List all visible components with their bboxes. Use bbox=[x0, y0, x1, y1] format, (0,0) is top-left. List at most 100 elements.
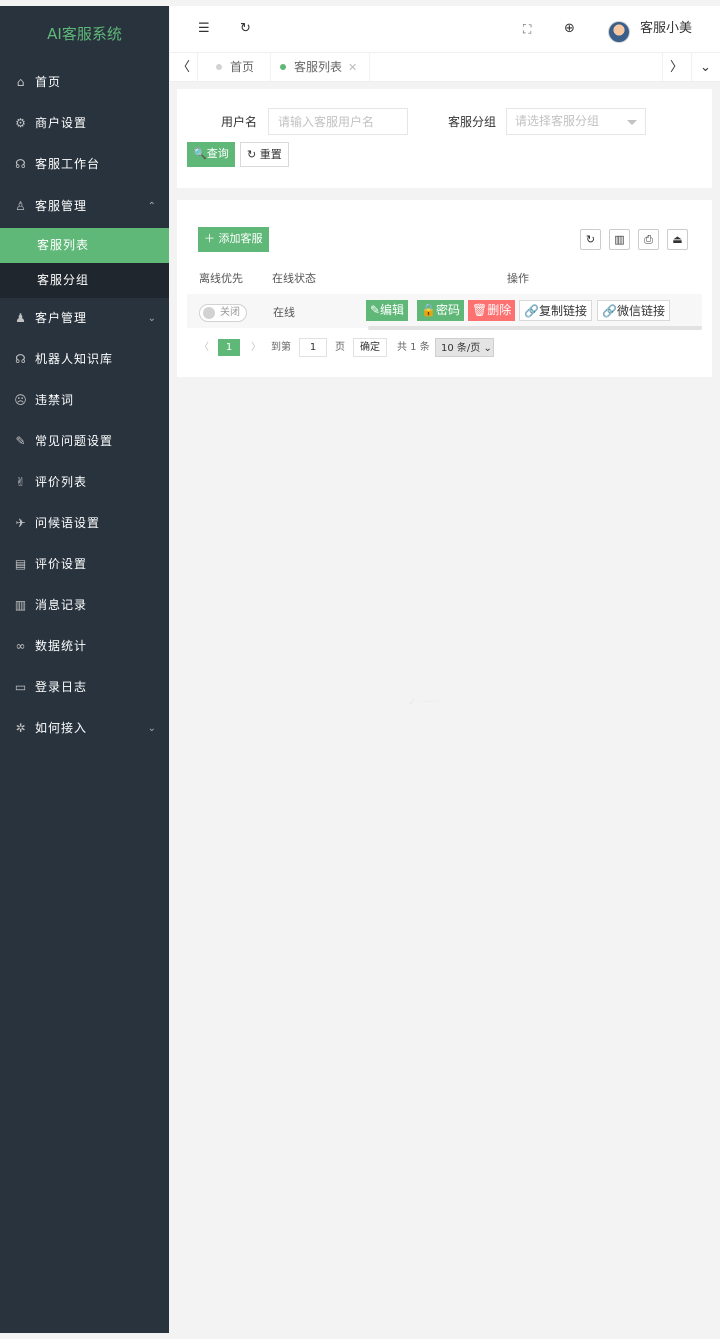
tab-prev-icon[interactable]: 〈 bbox=[170, 53, 198, 82]
tab-label: 首页 bbox=[230, 60, 255, 74]
sidebar-item-review-settings[interactable]: ▤ 评价设置 bbox=[0, 544, 169, 585]
send-icon: ✈ bbox=[15, 516, 27, 530]
group-select[interactable]: 请选择客服分组 bbox=[506, 108, 646, 135]
sidebar-item-label: 消息记录 bbox=[35, 598, 88, 612]
user-icon: ♙ bbox=[15, 199, 27, 213]
print-icon[interactable]: ⎙ bbox=[638, 229, 659, 250]
sidebar-item-faq-settings[interactable]: ✎ 常见问题设置 bbox=[0, 421, 169, 462]
reset-button[interactable]: ↻ 重置 bbox=[240, 142, 289, 167]
sidebar-item-agent-management[interactable]: ♙ 客服管理 ⌃ bbox=[0, 185, 169, 228]
page-goto-input[interactable] bbox=[299, 338, 327, 357]
add-agent-button[interactable]: ＋ 添加客服 bbox=[198, 227, 269, 252]
sidebar-item-label: 商户设置 bbox=[35, 116, 88, 130]
card-icon: ▭ bbox=[14, 680, 28, 694]
sidebar-subitem-agent-list[interactable]: 客服列表 bbox=[0, 228, 169, 263]
app-root: AI客服系统 ⌂ 首页 ⚙ 商户设置 ☊ 客服工作台 ♙ 客服管理 ⌃ 客服列表… bbox=[0, 0, 720, 1339]
sidebar-item-home[interactable]: ⌂ 首页 bbox=[0, 62, 169, 103]
tab-agent-list[interactable]: 客服列表 ✕ bbox=[268, 53, 371, 82]
username[interactable]: 客服小美 bbox=[640, 6, 692, 52]
fullscreen-icon[interactable]: ⛶ bbox=[523, 6, 531, 52]
app-title: AI客服系统 bbox=[47, 25, 122, 43]
tab-next-icon[interactable]: 〉 bbox=[662, 53, 690, 82]
robot-icon: ☊ bbox=[15, 352, 27, 366]
delete-button[interactable]: 🗑删除 bbox=[468, 300, 516, 321]
agent-table-card: ＋ 添加客服 ↻ ▥ ⎙ ⏏ 离线优先 在线状态 操作 关闭 在线 ✎编辑 🔒密… bbox=[177, 200, 712, 377]
gear-icon: ⚙ bbox=[15, 116, 27, 130]
page-next-icon[interactable]: 〉 bbox=[251, 338, 261, 358]
sidebar-item-label: 如何接入 bbox=[35, 721, 88, 735]
caret-down-icon bbox=[627, 120, 637, 125]
headset-icon: ☊ bbox=[15, 157, 27, 171]
sidebar-item-review-list[interactable]: ✌ 评价列表 bbox=[0, 462, 169, 503]
column-header-status[interactable]: 在线状态 bbox=[272, 270, 316, 288]
avatar[interactable] bbox=[608, 21, 630, 43]
sidebar-item-integration[interactable]: ✲ 如何接入 ⌄ bbox=[0, 708, 169, 749]
wechat-link-button[interactable]: 🔗微信链接 bbox=[597, 300, 670, 321]
infinity-icon: ∞ bbox=[15, 639, 27, 653]
sidebar-item-login-log[interactable]: ▭ 登录日志 bbox=[0, 667, 169, 708]
chevron-down-icon: ⌄ bbox=[147, 723, 157, 734]
tab-label: 客服列表 bbox=[294, 60, 343, 74]
sidebar-item-merchant-settings[interactable]: ⚙ 商户设置 bbox=[0, 103, 169, 144]
menu-toggle-icon[interactable]: ☰ bbox=[198, 6, 210, 52]
page-total: 共 1 条 bbox=[397, 342, 430, 353]
group-label: 客服分组 bbox=[448, 115, 497, 129]
horizontal-scrollbar[interactable] bbox=[368, 326, 702, 330]
column-header-actions: 操作 bbox=[507, 272, 529, 285]
page-size-select[interactable]: 10 条/页 ⌄ bbox=[435, 338, 494, 357]
sidebar-item-label: 违禁词 bbox=[35, 393, 75, 407]
username-label: 用户名 bbox=[221, 115, 258, 129]
users-icon: ♟ bbox=[15, 311, 27, 325]
page-prev-icon[interactable]: 〈 bbox=[199, 338, 209, 358]
edit-button[interactable]: ✎编辑 bbox=[366, 300, 409, 321]
sidebar-item-label: 机器人知识库 bbox=[35, 352, 114, 366]
page-goto-label: 到第 bbox=[271, 342, 291, 353]
chevron-up-icon: ⌃ bbox=[147, 201, 157, 212]
group-select-placeholder: 请选择客服分组 bbox=[515, 114, 600, 128]
sidebar-item-robot-knowledge[interactable]: ☊ 机器人知识库 bbox=[0, 339, 169, 380]
query-button[interactable]: 🔍查询 bbox=[187, 142, 235, 167]
watermark: ✓ ······ bbox=[408, 697, 439, 708]
sidebar-item-forbidden-words[interactable]: ☹ 违禁词 bbox=[0, 380, 169, 421]
online-status-cell: 在线 bbox=[273, 306, 295, 319]
page-confirm-button[interactable]: 确定 bbox=[353, 338, 387, 357]
copy-link-button[interactable]: 🔗复制链接 bbox=[519, 300, 592, 321]
search-form: 用户名 客服分组 请选择客服分组 🔍查询 ↻ 重置 bbox=[177, 89, 712, 188]
sidebar-item-message-records[interactable]: ▥ 消息记录 bbox=[0, 585, 169, 626]
tab-dot bbox=[280, 64, 286, 70]
sidebar-item-label: 问候语设置 bbox=[35, 516, 101, 530]
sidebar-item-statistics[interactable]: ∞ 数据统计 bbox=[0, 626, 169, 667]
chevron-down-icon: ⌄ bbox=[147, 313, 157, 324]
column-header-offline-first[interactable]: 离线优先 bbox=[199, 270, 243, 288]
page-current[interactable]: 1 bbox=[218, 339, 240, 356]
sidebar-item-customer-management[interactable]: ♟ 客户管理 ⌄ bbox=[0, 298, 169, 339]
tab-home[interactable]: 首页 bbox=[200, 53, 272, 82]
clipboard-icon: ▥ bbox=[14, 598, 28, 612]
sidebar-item-greeting-settings[interactable]: ✈ 问候语设置 bbox=[0, 503, 169, 544]
offline-first-switch[interactable]: 关闭 bbox=[199, 304, 247, 322]
thumbs-up-icon: ✌ bbox=[15, 475, 27, 489]
globe-icon[interactable]: ⊕ bbox=[564, 6, 575, 52]
sidebar-submenu: 客服列表 客服分组 bbox=[0, 228, 169, 298]
password-button[interactable]: 🔒密码 bbox=[417, 300, 464, 321]
username-input[interactable] bbox=[268, 108, 408, 135]
refresh-table-icon[interactable]: ↻ bbox=[580, 229, 601, 250]
sidebar-item-label: 客服管理 bbox=[35, 199, 88, 213]
columns-icon[interactable]: ▥ bbox=[609, 229, 630, 250]
sidebar-item-label: 评价列表 bbox=[35, 475, 88, 489]
tab-dot bbox=[216, 64, 222, 70]
tab-more-icon[interactable]: ⌄ bbox=[691, 53, 719, 82]
sidebar-item-label: 首页 bbox=[35, 75, 62, 89]
refresh-icon[interactable]: ↻ bbox=[240, 6, 251, 52]
close-icon[interactable]: ✕ bbox=[348, 61, 357, 74]
sidebar-item-workbench[interactable]: ☊ 客服工作台 bbox=[0, 144, 169, 185]
sidebar-item-label: 客服工作台 bbox=[35, 157, 101, 171]
sidebar-item-label: 客户管理 bbox=[35, 311, 88, 325]
sidebar-item-label: 评价设置 bbox=[35, 557, 88, 571]
puzzle-icon: ✲ bbox=[15, 721, 27, 735]
sidebar-subitem-agent-group[interactable]: 客服分组 bbox=[0, 263, 169, 298]
switch-knob bbox=[203, 307, 215, 319]
sad-face-icon: ☹ bbox=[14, 393, 28, 407]
sidebar: AI客服系统 ⌂ 首页 ⚙ 商户设置 ☊ 客服工作台 ♙ 客服管理 ⌃ 客服列表… bbox=[0, 6, 169, 1333]
export-icon[interactable]: ⏏ bbox=[667, 229, 688, 250]
